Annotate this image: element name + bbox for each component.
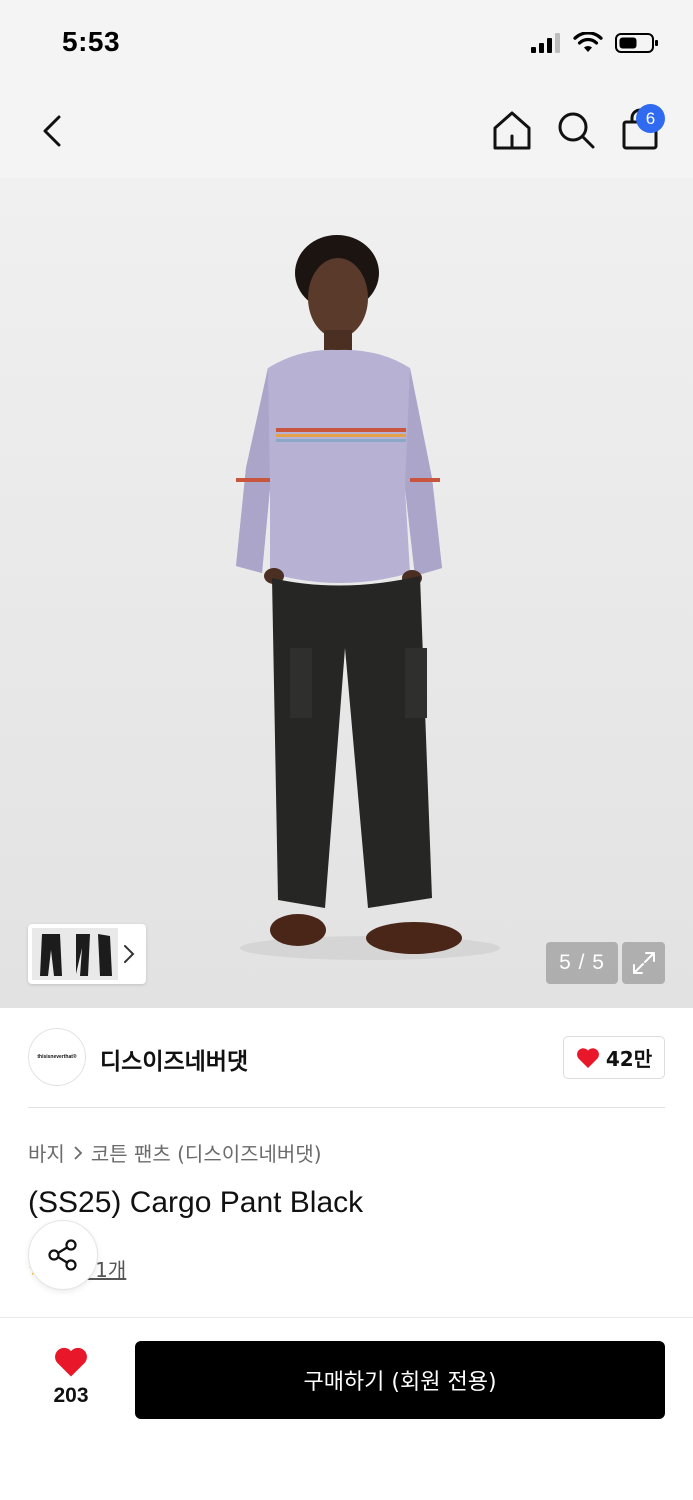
breadcrumb-subcategory[interactable]: 코튼 팬츠 (디스이즈네버댓) [91,1138,322,1167]
cart-count-badge: 6 [636,104,665,133]
thumbnail-image [32,928,118,980]
breadcrumb: 바지 코튼 팬츠 (디스이즈네버댓) [28,1138,322,1167]
brand-row: thisisneverthat® 디스이즈네버댓 42만 [0,1008,693,1108]
heart-icon [576,1047,599,1068]
back-button[interactable] [30,106,74,156]
share-icon [48,1239,77,1271]
breadcrumb-category[interactable]: 바지 [28,1138,65,1167]
product-title: (SS25) Cargo Pant Black [28,1186,364,1219]
expand-icon [632,952,655,974]
cellular-signal-icon [531,33,560,53]
home-icon [493,111,531,150]
divider [28,1107,665,1108]
chevron-right-icon [74,1145,83,1160]
brand-like-button[interactable]: 42만 [563,1036,665,1079]
home-button[interactable] [490,108,534,152]
top-nav [0,88,693,178]
brand-logo[interactable]: thisisneverthat® [28,1028,86,1086]
brand-like-count: 42만 [605,1047,653,1071]
wifi-icon [573,32,603,52]
bottom-purchase-bar: 203 구매하기 (회원 전용) [0,1317,693,1500]
chevron-right-icon [124,945,135,963]
expand-image-button[interactable] [622,942,665,984]
product-like-count: 203 [53,1384,89,1407]
search-icon [558,112,595,149]
back-chevron-icon [43,115,61,147]
product-photo [236,235,500,960]
image-page-counter: 5 / 5 [546,942,618,984]
status-icons [531,32,659,54]
buy-button[interactable]: 구매하기 (회원 전용) [135,1341,665,1419]
status-bar: 5:53 [0,0,693,88]
heart-icon [55,1347,87,1377]
product-image-gallery[interactable]: 5 / 5 [0,178,693,1008]
thumbnail-strip[interactable] [28,924,146,984]
share-button[interactable] [28,1220,98,1290]
thumbnail-pants-graphic [40,934,112,976]
status-time: 5:53 [62,26,121,57]
battery-icon [615,33,658,53]
brand-name[interactable]: 디스이즈네버댓 [100,1042,248,1076]
product-like-button[interactable]: 203 [40,1346,102,1408]
brand-logo-text: thisisneverthat® [37,1054,77,1060]
search-button[interactable] [554,108,598,152]
